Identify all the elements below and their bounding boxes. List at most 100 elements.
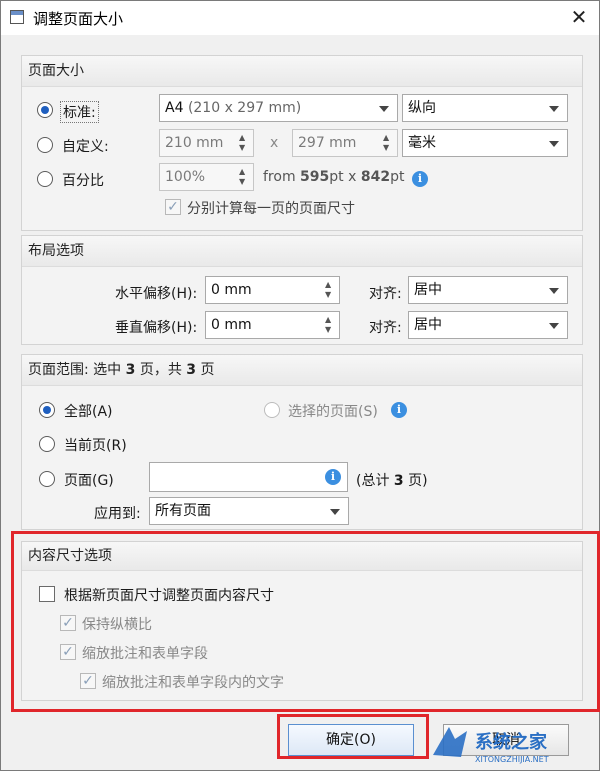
percent-input[interactable]: 100% ▲ ▼ bbox=[159, 163, 254, 191]
standard-size-dims: (210 x 297 mm) bbox=[187, 100, 302, 116]
custom-radio[interactable] bbox=[37, 137, 53, 153]
total-pages-text: (总计 3 页) bbox=[356, 470, 428, 490]
pages-radio[interactable] bbox=[39, 471, 55, 487]
v-offset-label: 垂直偏移(H): bbox=[115, 320, 198, 336]
ok-button[interactable]: 确定(O) bbox=[288, 724, 414, 756]
layout-group: 布局选项 水平偏移(H): 0 mm ▲ ▼ 对齐: 居中 垂直偏移(H): 0 … bbox=[21, 235, 583, 345]
info-icon[interactable]: i bbox=[325, 469, 341, 485]
align-value-2: 居中 bbox=[414, 317, 442, 333]
percent-label: 百分比 bbox=[62, 173, 104, 189]
orientation-value: 纵向 bbox=[408, 100, 436, 116]
page-size-header: 页面大小 bbox=[22, 56, 582, 87]
pages-input[interactable] bbox=[149, 462, 348, 492]
keep-ratio-checkbox[interactable]: ✓ bbox=[60, 615, 76, 631]
pages-label: 页面(G) bbox=[64, 473, 114, 489]
each-page-label: 分别计算每一页的页面尺寸 bbox=[187, 201, 355, 217]
spin-icon[interactable]: ▲ ▼ bbox=[325, 280, 335, 300]
standard-radio[interactable] bbox=[37, 102, 53, 118]
page-range-mid: 页，共 bbox=[135, 362, 187, 378]
site-watermark: 系统之家 XITONGZHIJIA.NET bbox=[433, 727, 549, 764]
selected-count: 3 bbox=[125, 362, 136, 378]
dropdown-arrow-icon bbox=[549, 323, 559, 329]
dropdown-arrow-icon bbox=[549, 106, 559, 112]
app-icon bbox=[10, 10, 24, 24]
title-bar: 调整页面大小 ✕ bbox=[1, 1, 599, 35]
resize-content-checkbox[interactable] bbox=[39, 586, 55, 602]
align-label-2: 对齐: bbox=[369, 320, 402, 336]
content-size-header: 内容尺寸选项 bbox=[22, 542, 582, 571]
page-range-suffix: 页 bbox=[196, 362, 215, 378]
from-unit-2: pt bbox=[390, 169, 405, 185]
from-unit-1: pt x bbox=[329, 169, 357, 185]
standard-label: 标准: bbox=[60, 101, 99, 123]
page-size-group: 页面大小 标准: A4 (210 x 297 mm) 纵向 自定义: 210 m… bbox=[21, 55, 583, 231]
page-range-group: 页面范围: 选中 3 页，共 3 页 全部(A) 选择的页面(S) i 当前页(… bbox=[21, 354, 583, 530]
resize-content-label: 根据新页面尺寸调整页面内容尺寸 bbox=[64, 588, 274, 604]
info-icon[interactable]: i bbox=[412, 171, 428, 187]
dropdown-arrow-icon bbox=[330, 509, 340, 515]
apply-to-value: 所有页面 bbox=[155, 503, 211, 519]
spin-icon[interactable]: ▲ ▼ bbox=[383, 133, 393, 153]
percent-value: 100% bbox=[165, 169, 206, 185]
scale-text-checkbox[interactable]: ✓ bbox=[80, 673, 96, 689]
spin-icon[interactable]: ▲ ▼ bbox=[239, 167, 249, 187]
selected-pages-label: 选择的页面(S) bbox=[288, 404, 378, 420]
from-prefix: from bbox=[263, 169, 296, 185]
page-range-header: 页面范围: 选中 3 页，共 3 页 bbox=[22, 355, 582, 386]
align-value-1: 居中 bbox=[414, 282, 442, 298]
resize-page-dialog: 调整页面大小 ✕ 页面大小 标准: A4 (210 x 297 mm) 纵向 自… bbox=[0, 0, 600, 771]
percent-radio[interactable] bbox=[37, 171, 53, 187]
scale-annotations-label: 缩放批注和表单字段 bbox=[82, 646, 208, 662]
custom-width-value: 210 mm bbox=[165, 135, 224, 151]
from-width: 595 bbox=[300, 169, 330, 185]
standard-size-value: A4 bbox=[165, 100, 184, 116]
align-dropdown-2[interactable]: 居中 bbox=[408, 311, 568, 339]
current-page-label: 当前页(R) bbox=[64, 438, 127, 454]
h-offset-input[interactable]: 0 mm ▲ ▼ bbox=[205, 276, 340, 304]
v-offset-input[interactable]: 0 mm ▲ ▼ bbox=[205, 311, 340, 339]
from-height: 842 bbox=[360, 169, 391, 185]
total-count: 3 bbox=[186, 362, 197, 378]
watermark-logo-icon bbox=[433, 727, 467, 757]
dropdown-arrow-icon bbox=[379, 106, 389, 112]
layout-header: 布局选项 bbox=[22, 236, 582, 267]
times-sign: x bbox=[270, 135, 279, 151]
align-label-1: 对齐: bbox=[369, 286, 402, 302]
scale-annotations-checkbox[interactable]: ✓ bbox=[60, 644, 76, 660]
total-pages-count: 3 bbox=[393, 473, 404, 489]
selected-pages-radio[interactable] bbox=[264, 402, 280, 418]
unit-dropdown[interactable]: 毫米 bbox=[402, 129, 568, 157]
scale-text-label: 缩放批注和表单字段内的文字 bbox=[102, 675, 284, 691]
page-range-prefix: 页面范围: 选中 bbox=[28, 362, 126, 378]
custom-label: 自定义: bbox=[62, 139, 109, 155]
each-page-checkbox[interactable]: ✓ bbox=[165, 199, 181, 215]
watermark-brand: 系统之家 bbox=[475, 731, 548, 753]
spin-icon[interactable]: ▲ ▼ bbox=[325, 315, 335, 335]
v-offset-value: 0 mm bbox=[211, 317, 252, 333]
from-size-text: from 595pt x 842pt bbox=[263, 169, 404, 185]
align-dropdown-1[interactable]: 居中 bbox=[408, 276, 568, 304]
orientation-dropdown[interactable]: 纵向 bbox=[402, 94, 568, 122]
custom-width-input[interactable]: 210 mm ▲ ▼ bbox=[159, 129, 254, 157]
info-icon[interactable]: i bbox=[391, 402, 407, 418]
custom-height-value: 297 mm bbox=[298, 135, 357, 151]
dropdown-arrow-icon bbox=[549, 288, 559, 294]
h-offset-label: 水平偏移(H): bbox=[115, 286, 198, 302]
spin-icon[interactable]: ▲ ▼ bbox=[239, 133, 249, 153]
all-pages-radio[interactable] bbox=[39, 402, 55, 418]
standard-size-dropdown[interactable]: A4 (210 x 297 mm) bbox=[159, 94, 398, 122]
unit-value: 毫米 bbox=[408, 135, 436, 151]
custom-height-input[interactable]: 297 mm ▲ ▼ bbox=[292, 129, 398, 157]
total-suffix: 页) bbox=[403, 473, 428, 489]
all-pages-label: 全部(A) bbox=[64, 404, 113, 420]
apply-to-dropdown[interactable]: 所有页面 bbox=[149, 497, 349, 525]
apply-to-label: 应用到: bbox=[94, 506, 141, 522]
dialog-title: 调整页面大小 bbox=[33, 10, 124, 28]
current-page-radio[interactable] bbox=[39, 436, 55, 452]
content-size-group: 内容尺寸选项 根据新页面尺寸调整页面内容尺寸 ✓ 保持纵横比 ✓ 缩放批注和表单… bbox=[21, 541, 583, 701]
keep-ratio-label: 保持纵横比 bbox=[82, 617, 152, 633]
h-offset-value: 0 mm bbox=[211, 282, 252, 298]
close-icon[interactable]: ✕ bbox=[563, 3, 595, 31]
watermark-url: XITONGZHIJIA.NET bbox=[475, 755, 549, 764]
total-prefix: (总计 bbox=[356, 473, 394, 489]
